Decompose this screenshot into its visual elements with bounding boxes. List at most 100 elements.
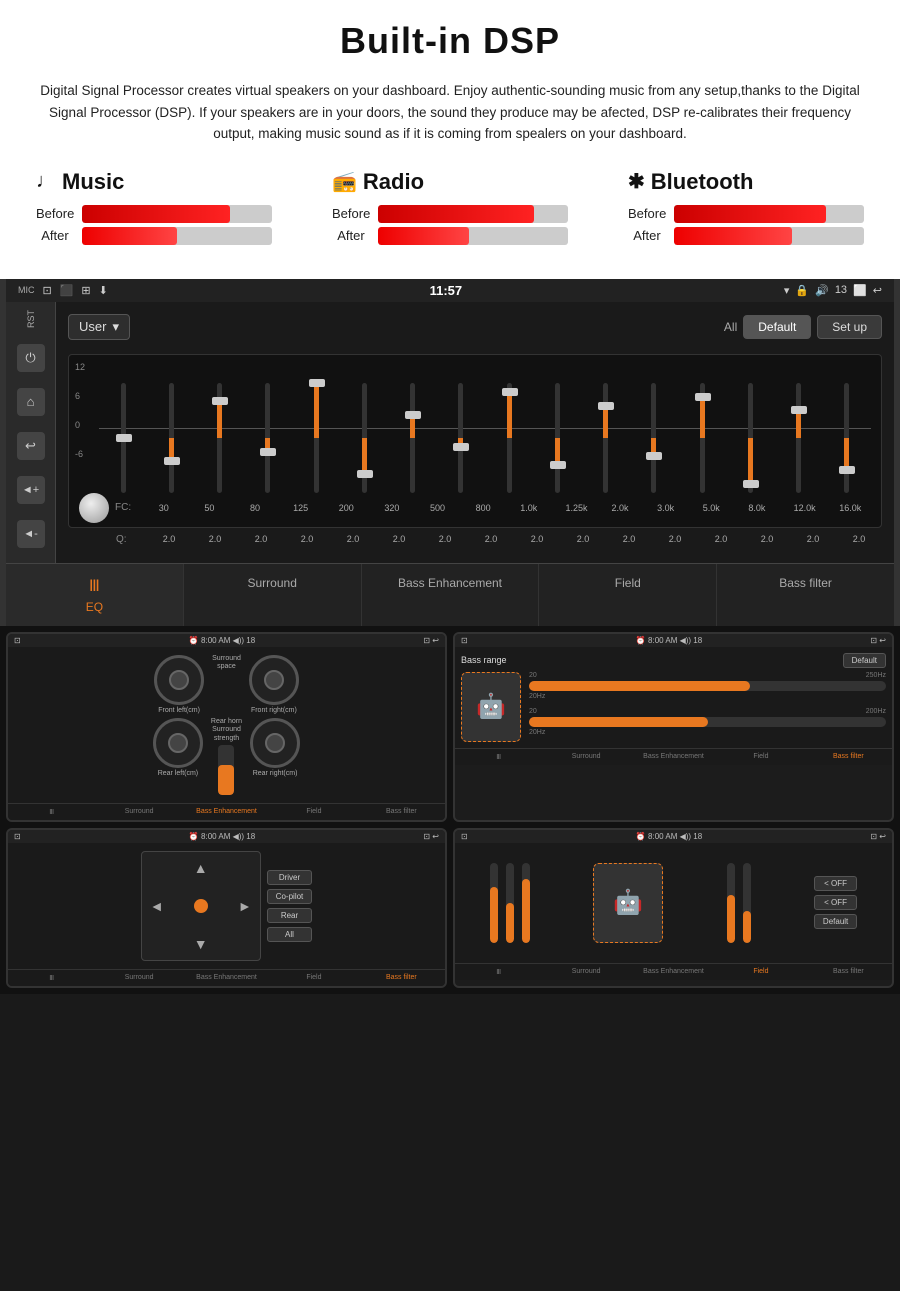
signal-music-header: ♩ Music — [36, 169, 124, 195]
mini-tab-surround-4[interactable]: Surround — [542, 964, 629, 980]
off-btn-2[interactable]: < OFF — [814, 895, 857, 910]
eq-band-thumb-12.0k[interactable] — [791, 406, 807, 414]
mini-home-2: ⊡ — [461, 636, 468, 645]
vert-track-1[interactable] — [490, 863, 498, 943]
tab-bass-filter[interactable]: Bass filter — [717, 564, 894, 626]
eq-band-125[interactable] — [259, 383, 277, 493]
eq-knob[interactable] — [79, 493, 109, 523]
eq-band-thumb-1.0k[interactable] — [502, 388, 518, 396]
music-before-track — [82, 205, 272, 223]
mini-tab-eq-3[interactable]: Ⅲ — [8, 970, 95, 986]
mini-back-3: ⊡ ↩ — [423, 832, 439, 841]
vert-track-4[interactable] — [727, 863, 735, 943]
field-center-dot[interactable] — [194, 899, 208, 913]
eq-band-3.0k[interactable] — [645, 383, 663, 493]
eq-main: User ▾ All Default Set up 12 6 0 — [56, 302, 894, 563]
mini-tab-bass-3[interactable]: Bass Enhancement — [183, 970, 270, 986]
eq-band-thumb-1.25k[interactable] — [550, 461, 566, 469]
mini-tab-bass-4[interactable]: Bass Enhancement — [630, 964, 717, 980]
field-btn-copilot[interactable]: Co-pilot — [267, 889, 313, 904]
vert-track-2[interactable] — [506, 863, 514, 943]
fc-value-5.0k: 5.0k — [702, 503, 720, 513]
off-btn-1[interactable]: < OFF — [814, 876, 857, 891]
eq-band-50[interactable] — [162, 383, 180, 493]
q-value-16.0k: 2.0 — [850, 534, 868, 544]
fc-value-3.0k: 3.0k — [657, 503, 675, 513]
eq-band-thumb-3.0k[interactable] — [646, 452, 662, 460]
mini-tab-field-4[interactable]: Field — [717, 964, 804, 980]
user-select[interactable]: User ▾ — [68, 314, 130, 340]
vol-down-icon[interactable]: ◄- — [17, 520, 45, 548]
default-btn-4[interactable]: Default — [814, 914, 857, 929]
eq-band-320[interactable] — [355, 383, 373, 493]
mini-tab-field-3[interactable]: Field — [270, 970, 357, 986]
power-icon[interactable]: ⏻ — [17, 344, 45, 372]
strength-slider[interactable] — [218, 745, 234, 795]
front-left-circle[interactable] — [154, 655, 204, 705]
field-btn-driver[interactable]: Driver — [267, 870, 313, 885]
field-btn-all[interactable]: All — [267, 927, 313, 942]
mini-tab-bass-2[interactable]: Bass Enhancement — [630, 749, 717, 765]
mini-tab-eq-2[interactable]: Ⅲ — [455, 749, 542, 765]
eq-band-thumb-30[interactable] — [116, 434, 132, 442]
vol-up-icon[interactable]: ◄+ — [17, 476, 45, 504]
home-sidebar-icon[interactable]: ⌂ — [17, 388, 45, 416]
eq-band-8.0k[interactable] — [741, 383, 759, 493]
eq-band-thumb-8.0k[interactable] — [743, 480, 759, 488]
bass-track-1[interactable] — [529, 681, 886, 691]
field-btn-rear[interactable]: Rear — [267, 908, 313, 923]
eq-band-500[interactable] — [404, 383, 422, 493]
eq-band-thumb-320[interactable] — [357, 470, 373, 478]
rear-left-circle[interactable] — [153, 718, 203, 768]
eq-band-1.0k[interactable] — [500, 383, 518, 493]
vert-track-3[interactable] — [522, 863, 530, 943]
mini-tab-surround-3[interactable]: Surround — [95, 970, 182, 986]
mini-tab-field-2[interactable]: Field — [717, 749, 804, 765]
back-sidebar-icon[interactable]: ↩ — [17, 432, 45, 460]
tab-eq[interactable]: Ⅲ EQ — [6, 564, 184, 626]
eq-band-12.0k[interactable] — [790, 383, 808, 493]
vert-track-5[interactable] — [743, 863, 751, 943]
eq-band-30[interactable] — [114, 383, 132, 493]
eq-band-thumb-5.0k[interactable] — [695, 393, 711, 401]
bass-default-btn[interactable]: Default — [843, 653, 886, 668]
eq-band-thumb-2.0k[interactable] — [598, 402, 614, 410]
signal-music-block: ♩ Music Before After — [36, 169, 272, 249]
mini-tab-eq-4[interactable]: Ⅲ — [455, 964, 542, 980]
bass-track-2[interactable] — [529, 717, 886, 727]
tab-surround[interactable]: Surround — [184, 564, 362, 626]
mini-tab-field-1[interactable]: Field — [270, 804, 357, 820]
mini-tab-eq-1[interactable]: Ⅲ — [8, 804, 95, 820]
setup-button[interactable]: Set up — [817, 315, 882, 339]
eq-band-16.0k[interactable] — [838, 383, 856, 493]
eq-band-thumb-125[interactable] — [260, 448, 276, 456]
tab-field[interactable]: Field — [539, 564, 717, 626]
eq-band-200[interactable] — [307, 383, 325, 493]
front-right-circle[interactable] — [249, 655, 299, 705]
tab-bass-enhancement[interactable]: Bass Enhancement — [362, 564, 540, 626]
mini-tab-bass-1[interactable]: Bass Enhancement — [183, 804, 270, 820]
eq-band-800[interactable] — [452, 383, 470, 493]
eq-band-thumb-500[interactable] — [405, 411, 421, 419]
eq-band-1.25k[interactable] — [548, 383, 566, 493]
eq-band-thumb-80[interactable] — [212, 397, 228, 405]
wifi-icon: ▾ — [784, 284, 790, 297]
eq-band-2.0k[interactable] — [597, 383, 615, 493]
mini-tab-surround-1[interactable]: Surround — [95, 804, 182, 820]
mini-tab-bassfilter-1[interactable]: Bass filter — [358, 804, 445, 820]
eq-band-thumb-800[interactable] — [453, 443, 469, 451]
mini-tab-bassfilter-3[interactable]: Bass filter — [358, 970, 445, 986]
eq-band-thumb-200[interactable] — [309, 379, 325, 387]
eq-band-track-320 — [362, 383, 367, 493]
rear-right-circle[interactable] — [250, 718, 300, 768]
eq-band-5.0k[interactable] — [693, 383, 711, 493]
mini-tab-surround-2[interactable]: Surround — [542, 749, 629, 765]
eq-band-80[interactable] — [211, 383, 229, 493]
mini-tab-bassfilter-2[interactable]: Bass filter — [805, 749, 892, 765]
after-label-radio: After — [332, 228, 370, 243]
default-button[interactable]: Default — [743, 315, 811, 339]
mini-tab-bassfilter-4[interactable]: Bass filter — [805, 964, 892, 980]
eq-band-thumb-50[interactable] — [164, 457, 180, 465]
eq-band-thumb-16.0k[interactable] — [839, 466, 855, 474]
eq-fill-top-12.0k — [796, 410, 801, 438]
